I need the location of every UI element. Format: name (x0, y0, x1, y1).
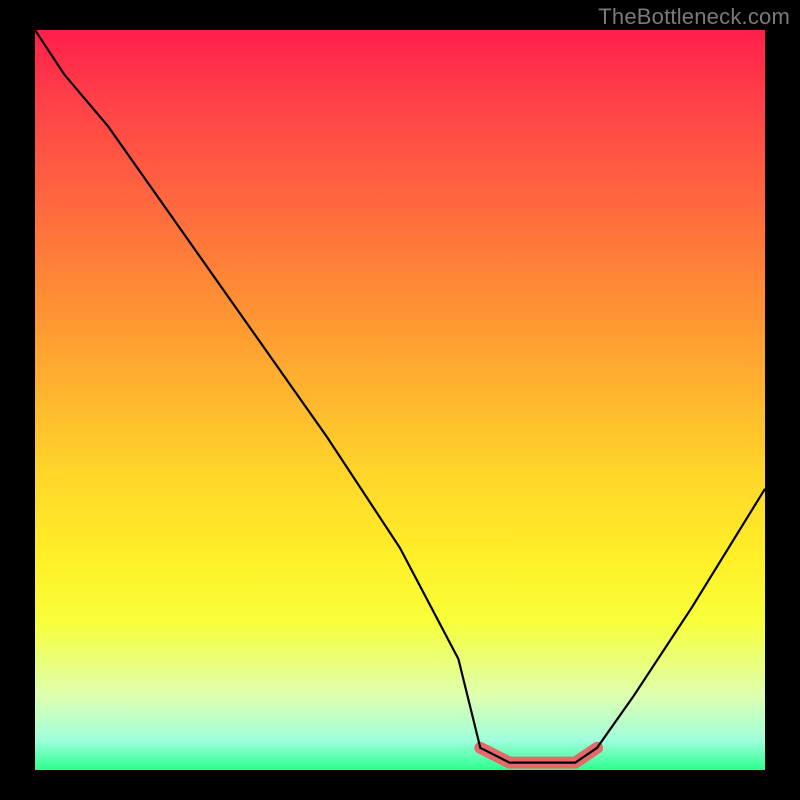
watermark-text: TheBottleneck.com (598, 4, 790, 30)
plot-svg (35, 30, 765, 770)
bottleneck-curve-line (35, 30, 765, 763)
plot-area (35, 30, 765, 770)
chart-container: TheBottleneck.com (0, 0, 800, 800)
